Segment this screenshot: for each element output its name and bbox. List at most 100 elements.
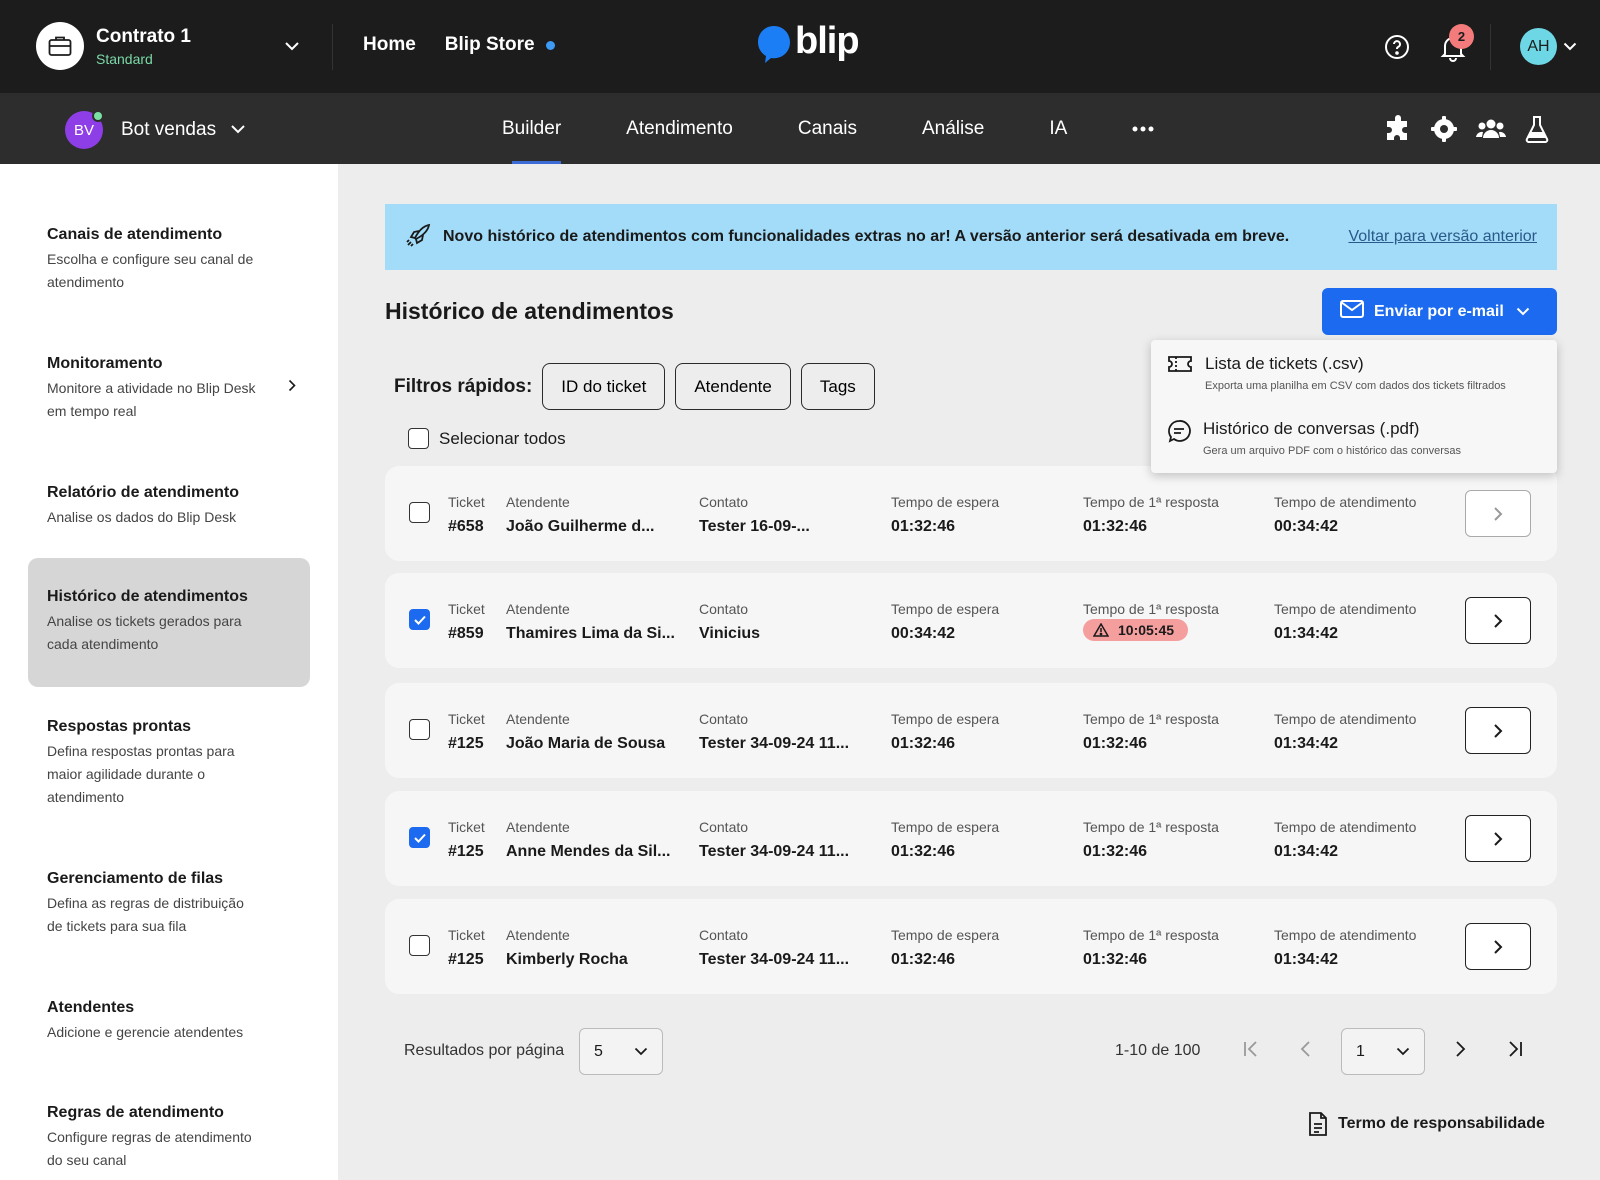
ticket-row[interactable]: Ticket #859 Atendente Thamires Lima da Si..… xyxy=(385,573,1557,668)
last-page-icon[interactable] xyxy=(1506,1040,1524,1058)
gear-icon[interactable] xyxy=(1430,115,1458,143)
flask-icon[interactable] xyxy=(1524,115,1550,143)
sidebar-item-title: Canais de atendimento xyxy=(47,226,223,243)
open-ticket-button[interactable] xyxy=(1465,707,1531,754)
menu-item-pdf[interactable]: Histórico de conversas (.pdf) Gera um ar… xyxy=(1167,419,1461,457)
contract-selector[interactable]: Contrato 1 Standard xyxy=(36,22,299,70)
contact-name: Tester 34-09-24 11... xyxy=(699,843,850,860)
sidebar-item-canais[interactable]: Canais de atendimento Escolha e configur… xyxy=(28,226,310,294)
column-label: Tempo de 1ª resposta xyxy=(1083,927,1219,943)
row-checkbox[interactable] xyxy=(409,935,430,956)
sidebar-item-monitoramento[interactable]: Monitoramento Monitore a atividade no Bl… xyxy=(28,355,310,423)
contact-name-cell: Contato Tester 16-09-... xyxy=(699,494,810,536)
column-label: Contato xyxy=(699,711,749,727)
column-label: Tempo de 1ª resposta xyxy=(1083,711,1219,727)
terms-link[interactable]: Termo de responsabilidade xyxy=(1308,1112,1545,1136)
ticket-row[interactable]: Ticket #125 Atendente Anne Mendes da Sil...… xyxy=(385,791,1557,886)
column-label: Contato xyxy=(699,819,749,835)
sidebar-item-filas[interactable]: Gerenciamento de filas Defina as regras … xyxy=(28,870,310,938)
filter-tags[interactable]: Tags xyxy=(800,363,875,410)
ticket-row[interactable]: Ticket #125 Atendente João Maria de Sousa Co… xyxy=(385,683,1557,778)
column-label: Tempo de 1ª resposta xyxy=(1083,494,1219,510)
team-icon[interactable] xyxy=(1476,115,1506,143)
ticket-row[interactable]: Ticket #125 Atendente Kimberly Rocha Contato… xyxy=(385,899,1557,994)
agent-name: Anne Mendes da Sil... xyxy=(506,843,671,860)
nav-blip-store[interactable]: Blip Store xyxy=(445,34,555,56)
bot-selector[interactable]: BV Bot vendas xyxy=(65,110,246,149)
sidebar-item-title: Histórico de atendimentos xyxy=(47,588,248,605)
chevron-down-icon[interactable] xyxy=(1563,38,1577,56)
row-checkbox[interactable] xyxy=(409,719,430,740)
sidebar-item-title: Monitoramento xyxy=(47,355,163,372)
per-page-select[interactable]: 5 xyxy=(579,1028,663,1075)
duration-time-cell: Tempo de atendimento 00:34:42 xyxy=(1274,494,1416,536)
nav-home[interactable]: Home xyxy=(363,34,416,56)
new-indicator-dot xyxy=(545,40,555,50)
open-ticket-button[interactable] xyxy=(1465,923,1531,970)
ticket-id: #125 xyxy=(448,951,484,968)
help-icon[interactable] xyxy=(1384,34,1410,65)
open-ticket-button[interactable] xyxy=(1465,490,1531,537)
ticket-row[interactable]: Ticket #658 Atendente João Guilherme d... Co… xyxy=(385,466,1557,561)
chat-bubble-icon xyxy=(1167,419,1191,457)
column-label: Tempo de atendimento xyxy=(1274,927,1417,943)
open-ticket-button[interactable] xyxy=(1465,597,1531,644)
agent-name-cell: Atendente Kimberly Rocha xyxy=(506,927,628,969)
check-icon xyxy=(413,833,426,843)
previous-page-icon[interactable] xyxy=(1300,1040,1312,1058)
puzzle-icon[interactable] xyxy=(1384,115,1412,143)
blip-logo[interactable]: blip xyxy=(756,20,860,64)
wait-time: 00:34:42 xyxy=(891,625,956,642)
tab-atendimento[interactable]: Atendimento xyxy=(598,93,761,164)
sidebar-item-atendentes[interactable]: Atendentes Adicione e gerencie atendente… xyxy=(28,999,310,1044)
first-page-icon[interactable] xyxy=(1242,1040,1260,1058)
select-all-checkbox[interactable] xyxy=(408,428,429,449)
open-ticket-button[interactable] xyxy=(1465,815,1531,862)
next-page-icon[interactable] xyxy=(1454,1040,1466,1058)
per-page-label: Resultados por página xyxy=(404,1042,565,1059)
banner-text: Novo histórico de atendimentos com funci… xyxy=(443,228,1290,245)
wait-time: 01:32:46 xyxy=(891,518,956,535)
filter-agent[interactable]: Atendente xyxy=(675,363,791,410)
column-label: Tempo de atendimento xyxy=(1274,711,1417,727)
tab-builder[interactable]: Builder xyxy=(474,93,589,164)
menu-item-csv[interactable]: Lista de tickets (.csv) Exporta uma plan… xyxy=(1167,354,1506,392)
column-label: Tempo de espera xyxy=(891,494,1000,510)
first-response-time: 10:05:45 xyxy=(1118,622,1175,638)
sidebar-item-historico[interactable]: Histórico de atendimentos Analise os tic… xyxy=(28,558,310,687)
column-label: Atendente xyxy=(506,711,570,727)
chevron-down-icon[interactable] xyxy=(284,38,300,56)
column-label: Contato xyxy=(699,494,749,510)
page-select[interactable]: 1 xyxy=(1341,1028,1425,1075)
warning-icon xyxy=(1093,623,1109,637)
tab-canais[interactable]: Canais xyxy=(770,93,885,164)
ticket-id-cell: Ticket #658 xyxy=(448,494,485,536)
chevron-right-icon xyxy=(1494,506,1503,521)
previous-version-link[interactable]: Voltar para versão anterior xyxy=(1348,228,1537,246)
send-email-button[interactable]: Enviar por e-mail xyxy=(1322,288,1557,335)
row-checkbox[interactable] xyxy=(409,502,430,523)
filter-ticket-id[interactable]: ID do ticket xyxy=(542,363,666,410)
tab-ia[interactable]: IA xyxy=(1021,93,1095,164)
more-icon[interactable] xyxy=(1104,93,1182,164)
sidebar-item-respostas[interactable]: Respostas prontas Defina respostas pront… xyxy=(28,718,310,809)
wait-time-cell: Tempo de espera 01:32:46 xyxy=(891,819,999,861)
select-all[interactable]: Selecionar todos xyxy=(408,428,566,449)
ticket-id: #859 xyxy=(448,625,484,642)
row-checkbox[interactable] xyxy=(409,609,430,630)
sidebar-item-desc: Analise os dados do Blip Desk xyxy=(47,509,237,525)
first-response-time: 01:32:46 xyxy=(1083,518,1148,535)
ticket-id-cell: Ticket #125 xyxy=(448,711,485,753)
sidebar-item-relatorio[interactable]: Relatório de atendimento Analise os dado… xyxy=(28,484,310,529)
contact-name-cell: Contato Tester 34-09-24 11... xyxy=(699,927,849,969)
results-range: 1-10 de 100 xyxy=(1115,1042,1201,1059)
contract-plan: Standard xyxy=(96,50,153,67)
user-avatar[interactable]: AH xyxy=(1520,28,1557,65)
first-response-time: 01:32:46 xyxy=(1083,735,1148,752)
page-title: Histórico de atendimentos xyxy=(385,298,674,324)
duration-time-cell: Tempo de atendimento 01:34:42 xyxy=(1274,601,1416,643)
sidebar-item-regras[interactable]: Regras de atendimento Configure regras d… xyxy=(28,1104,310,1172)
row-checkbox[interactable] xyxy=(409,827,430,848)
ticket-id-cell: Ticket #125 xyxy=(448,927,485,969)
tab-analise[interactable]: Análise xyxy=(894,93,1012,164)
